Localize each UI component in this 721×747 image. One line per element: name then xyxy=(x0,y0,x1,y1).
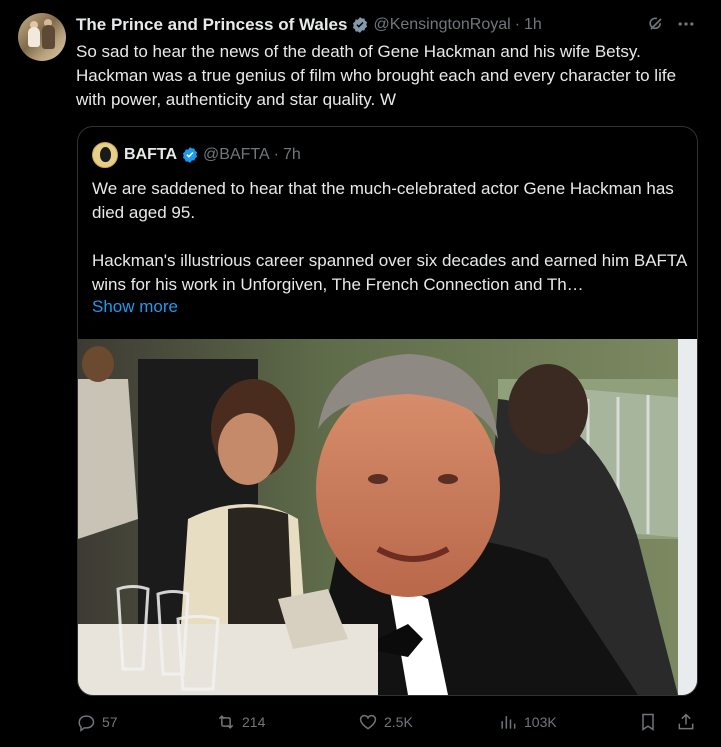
separator-dot: · xyxy=(273,146,279,163)
quote-header: BAFTA @BAFTA · 7h xyxy=(92,142,301,168)
like-button[interactable]: 2.5K xyxy=(358,712,413,732)
verified-badge-icon xyxy=(353,17,368,33)
bookmark-icon xyxy=(642,713,654,731)
separator-dot: · xyxy=(514,16,521,33)
quote-time: 7h xyxy=(282,146,301,163)
tweet-header: The Prince and Princess of Wales @Kensin… xyxy=(76,14,542,36)
like-icon xyxy=(359,714,377,730)
action-bar: 57 214 2.5K 103K xyxy=(0,710,721,738)
repost-icon xyxy=(218,715,234,729)
quote-paragraph-1: We are saddened to hear that the much-ce… xyxy=(92,179,674,222)
quote-author-name: BAFTA xyxy=(124,146,178,163)
verified-badge-icon xyxy=(182,147,198,163)
author-handle[interactable]: @KensingtonRoyal xyxy=(373,16,510,34)
show-more-link[interactable]: Show more xyxy=(92,297,178,317)
photo-illustration xyxy=(78,339,697,695)
tweet[interactable]: The Prince and Princess of Wales @Kensin… xyxy=(0,0,721,747)
share-button[interactable] xyxy=(676,712,696,732)
quoted-tweet[interactable]: BAFTA @BAFTA · 7h We are saddened to hea… xyxy=(77,126,698,696)
quote-author-handle: @BAFTA xyxy=(203,146,270,163)
bookmark-button[interactable] xyxy=(638,712,658,732)
repost-count: 214 xyxy=(242,714,266,730)
more-icon[interactable] xyxy=(676,14,696,34)
view-count: 103K xyxy=(524,714,557,730)
author-name[interactable]: The Prince and Princess of Wales xyxy=(76,15,347,35)
bafta-avatar xyxy=(92,142,118,168)
grok-icon[interactable] xyxy=(646,14,666,34)
quote-text: We are saddened to hear that the much-ce… xyxy=(92,177,688,297)
share-icon xyxy=(678,713,694,730)
author-avatar[interactable] xyxy=(18,13,66,61)
quote-photo[interactable] xyxy=(78,339,697,695)
reply-button[interactable]: 57 xyxy=(76,712,118,732)
tweet-text: So sad to hear the news of the death of … xyxy=(76,42,677,109)
views-icon xyxy=(501,716,516,729)
like-count: 2.5K xyxy=(384,714,413,730)
reply-count: 57 xyxy=(102,714,118,730)
views-button[interactable]: 103K xyxy=(498,712,557,732)
tweet-time[interactable]: 1h xyxy=(524,16,542,34)
repost-button[interactable]: 214 xyxy=(216,712,265,732)
quote-paragraph-2: Hackman's illustrious career spanned ove… xyxy=(92,251,687,294)
reply-icon xyxy=(78,715,95,732)
